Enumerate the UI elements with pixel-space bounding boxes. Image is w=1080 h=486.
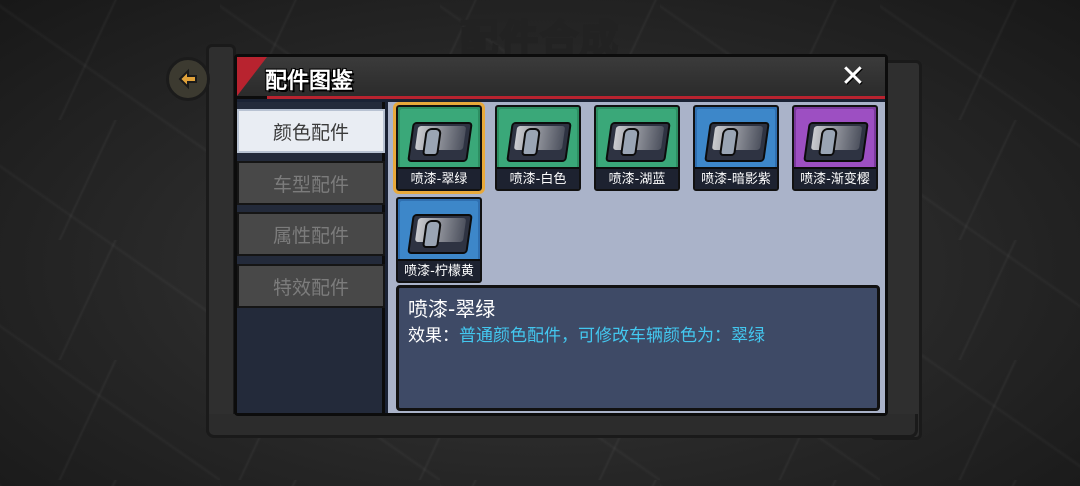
header-accent-line bbox=[267, 96, 885, 99]
background-panel-left bbox=[206, 44, 236, 436]
item-card[interactable]: 喷漆-白色 bbox=[495, 105, 581, 191]
spray-paint-icon bbox=[796, 109, 874, 169]
effect-value: 普通颜色配件，可修改车辆颜色为：翠绿 bbox=[459, 326, 765, 346]
tab-effect-parts[interactable]: 特效配件 bbox=[237, 264, 385, 308]
item-label: 喷漆-白色 bbox=[497, 167, 579, 189]
item-label: 喷漆-渐变樱 bbox=[794, 167, 876, 189]
item-card[interactable]: 喷漆-渐变樱 bbox=[792, 105, 878, 191]
back-arrow-icon bbox=[178, 68, 197, 90]
item-card[interactable]: 喷漆-湖蓝 bbox=[594, 105, 680, 191]
item-card[interactable]: 喷漆-翠绿 bbox=[393, 102, 485, 194]
item-label: 喷漆-翠绿 bbox=[398, 167, 480, 189]
category-sidebar: 颜色配件 车型配件 属性配件 特效配件 bbox=[237, 102, 385, 413]
tab-attribute-parts[interactable]: 属性配件 bbox=[237, 212, 385, 256]
spray-paint-icon bbox=[400, 109, 478, 169]
tab-color-parts[interactable]: 颜色配件 bbox=[237, 109, 385, 153]
close-icon: ✕ bbox=[840, 59, 866, 94]
item-label: 喷漆-湖蓝 bbox=[596, 167, 678, 189]
spray-paint-icon bbox=[598, 109, 676, 169]
item-card[interactable]: 喷漆-柠檬黄 bbox=[396, 197, 482, 283]
close-button[interactable]: ✕ bbox=[837, 61, 869, 93]
spray-paint-icon bbox=[499, 109, 577, 169]
info-effect-line: 效果：普通颜色配件，可修改车辆颜色为：翠绿 bbox=[408, 321, 765, 346]
item-info-panel: 喷漆-翠绿 效果：普通颜色配件，可修改车辆颜色为：翠绿 bbox=[396, 285, 880, 411]
effect-key: 效果： bbox=[408, 326, 459, 346]
item-card[interactable]: 喷漆-暗影紫 bbox=[693, 105, 779, 191]
background-panel-bottom bbox=[206, 414, 918, 438]
back-button[interactable] bbox=[166, 57, 210, 101]
codex-dialog: 配件图鉴 ✕ 颜色配件 车型配件 属性配件 特效配件 喷漆-翠绿 喷漆-白色 喷漆-… bbox=[234, 54, 888, 416]
dialog-header: 配件图鉴 ✕ bbox=[237, 57, 885, 99]
item-content-area: 喷漆-翠绿 喷漆-白色 喷漆-湖蓝 喷漆-暗影紫 喷漆-渐变樱 喷漆-柠檬黄 喷漆-翠绿 … bbox=[388, 102, 885, 413]
spray-paint-icon bbox=[697, 109, 775, 169]
info-title: 喷漆-翠绿 bbox=[408, 297, 496, 321]
dialog-title: 配件图鉴 bbox=[265, 69, 354, 94]
item-label: 喷漆-暗影紫 bbox=[695, 167, 777, 189]
tab-model-parts[interactable]: 车型配件 bbox=[237, 161, 385, 205]
item-label: 喷漆-柠檬黄 bbox=[398, 259, 480, 281]
spray-paint-icon bbox=[400, 201, 478, 261]
